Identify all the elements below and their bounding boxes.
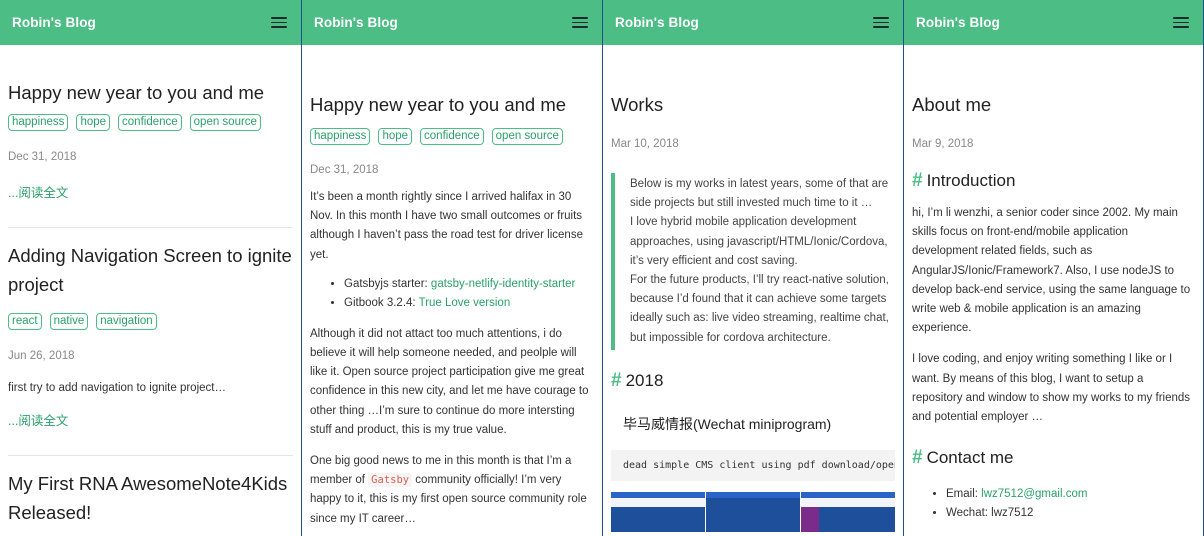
tag[interactable]: happiness	[8, 114, 69, 131]
tag[interactable]: open source	[189, 114, 261, 131]
site-brand[interactable]: Robin's Blog	[916, 15, 1000, 30]
hash-icon: #	[912, 447, 923, 469]
top-navbar: Robin's Blog	[904, 0, 1203, 45]
paragraph: hi, I’m li wenzhi, a senior coder since …	[912, 207, 1191, 335]
post-content: Happy new year to you and me happiness h…	[302, 45, 602, 529]
site-brand[interactable]: Robin's Blog	[615, 15, 699, 30]
hamburger-menu-icon[interactable]	[572, 17, 588, 28]
page-title: About me	[912, 94, 992, 115]
tag[interactable]: react	[8, 313, 42, 330]
screen-about: Robin's Blog About me Mar 9, 2018 # Intr…	[903, 0, 1204, 536]
divider	[8, 455, 293, 456]
page-date: Mar 9, 2018	[912, 138, 974, 150]
hash-icon: #	[912, 170, 923, 191]
read-more-link[interactable]: ...阅读全文	[8, 182, 293, 201]
inline-code: Gatsby	[368, 473, 413, 488]
hash-icon: #	[611, 369, 622, 391]
section-heading-2018: # 2018	[611, 369, 664, 391]
list-item: Gitbook 3.2.4: True Love version	[344, 294, 594, 313]
list-item: Gatsbyjs starter: gatsby-netlify-identit…	[344, 275, 594, 294]
post-date: Dec 31, 2018	[310, 164, 379, 176]
read-more-link[interactable]: ...阅读全文	[8, 410, 293, 429]
post-card: Adding Navigation Screen to ignite proje…	[8, 241, 293, 429]
tag-list: happiness hope confidence open source	[8, 114, 293, 131]
starter-link[interactable]: gatsby-netlify-identity-starter	[431, 278, 575, 290]
tag[interactable]: confidence	[420, 128, 484, 145]
divider	[8, 227, 293, 228]
page-title: Works	[611, 94, 664, 115]
hamburger-menu-icon[interactable]	[271, 17, 287, 28]
list-item: Email: lwz7512@gmail.com	[946, 485, 1195, 504]
post-list: Happy new year to you and me happiness h…	[0, 45, 301, 527]
gitbook-link[interactable]: True Love version	[419, 297, 511, 309]
tag[interactable]: hope	[378, 128, 413, 145]
screen-works: Robin's Blog Works Mar 10, 2018 Below is…	[602, 0, 903, 536]
top-navbar: Robin's Blog	[302, 0, 602, 45]
intro-quote: Below is my works in latest years, some …	[611, 173, 895, 350]
tag-list: react native navigation	[8, 313, 293, 330]
hamburger-menu-icon[interactable]	[873, 17, 889, 28]
project-title: 毕马威情报(Wechat miniprogram)	[623, 415, 832, 432]
project-screenshots	[611, 491, 895, 532]
screenshot-image[interactable]	[801, 491, 895, 532]
screens-row: Robin's Blog Happy new year to you and m…	[0, 0, 1204, 536]
tag[interactable]: open source	[491, 128, 563, 145]
post-title: Happy new year to you and me	[310, 94, 567, 115]
post-body: It’s been a month rightly since I arrive…	[310, 188, 594, 529]
list-item: Wechat: lwz7512	[946, 504, 1195, 523]
tag-list: happiness hope confidence open source	[310, 128, 594, 145]
page-content: About me Mar 9, 2018 # Introduction hi, …	[904, 45, 1203, 523]
post-date: Dec 31, 2018	[8, 151, 77, 163]
contact-list: Email: lwz7512@gmail.com Wechat: lwz7512	[912, 485, 1195, 523]
section-heading-contact: # Contact me	[912, 447, 1014, 469]
top-navbar: Robin's Blog	[0, 0, 301, 45]
post-title[interactable]: Adding Navigation Screen to ignite proje…	[8, 241, 293, 299]
email-link[interactable]: lwz7512@gmail.com	[981, 488, 1087, 500]
top-navbar: Robin's Blog	[603, 0, 903, 45]
about-body: hi, I’m li wenzhi, a senior coder since …	[912, 204, 1195, 427]
screenshot-image[interactable]	[706, 491, 800, 532]
paragraph: It’s been a month rightly since I arrive…	[310, 191, 583, 261]
post-date: Jun 26, 2018	[8, 350, 75, 362]
tag[interactable]: confidence	[118, 114, 182, 131]
screen-post-list: Robin's Blog Happy new year to you and m…	[0, 0, 301, 536]
code-block: dead simple CMS client using pdf downloa…	[611, 449, 895, 481]
tag[interactable]: navigation	[96, 313, 157, 330]
screen-post-detail: Robin's Blog Happy new year to you and m…	[301, 0, 602, 536]
page-content: Works Mar 10, 2018 Below is my works in …	[603, 45, 903, 532]
post-card: Happy new year to you and me happiness h…	[8, 45, 293, 201]
tag[interactable]: hope	[76, 114, 111, 131]
bullet-list: Gatsbyjs starter: gatsby-netlify-identit…	[344, 275, 594, 313]
site-brand[interactable]: Robin's Blog	[314, 15, 398, 30]
post-card: My First RNA AwesomeNote4Kids Released!	[8, 469, 293, 527]
hamburger-menu-icon[interactable]	[1173, 17, 1189, 28]
tag[interactable]: happiness	[310, 128, 371, 145]
paragraph: Although it did not attact too much atte…	[310, 327, 589, 436]
section-heading-introduction: # Introduction	[912, 170, 1016, 191]
post-title[interactable]: My First RNA AwesomeNote4Kids Released!	[8, 469, 293, 527]
page-date: Mar 10, 2018	[611, 138, 679, 150]
paragraph: I love coding, and enjoy writing somethi…	[912, 353, 1191, 424]
paragraph: One big good news to me in this month is…	[310, 455, 587, 525]
post-title[interactable]: Happy new year to you and me	[8, 78, 293, 107]
screenshot-image[interactable]	[611, 491, 705, 532]
site-brand[interactable]: Robin's Blog	[12, 15, 96, 30]
post-excerpt: first try to add navigation to ignite pr…	[8, 382, 226, 394]
tag[interactable]: native	[49, 313, 89, 330]
